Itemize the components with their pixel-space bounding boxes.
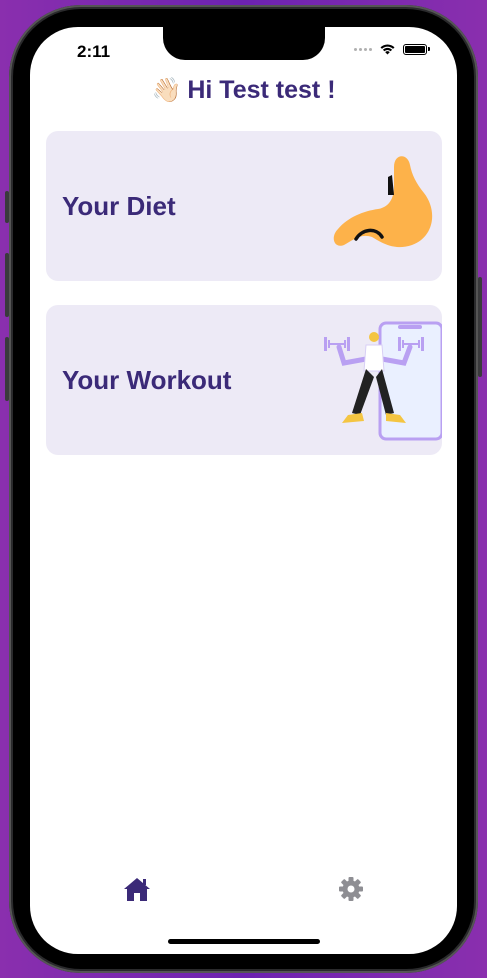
power-button: [478, 277, 482, 377]
bottom-tab-bar: [30, 869, 457, 909]
workout-card[interactable]: Your Workout: [46, 305, 442, 455]
status-icons: [354, 43, 430, 55]
wifi-icon: [380, 44, 395, 55]
volume-up-button: [5, 253, 9, 317]
diet-card[interactable]: Your Diet: [46, 131, 442, 281]
gear-icon: [339, 877, 363, 901]
battery-icon: [403, 43, 430, 55]
notch: [163, 27, 325, 60]
home-icon: [124, 878, 150, 901]
tab-home[interactable]: [117, 869, 157, 909]
greeting-heading: 👋🏻 Hi Test test !: [30, 76, 457, 105]
greeting-text: Hi Test test !: [187, 76, 336, 104]
home-indicator[interactable]: [168, 939, 320, 944]
cellular-signal-icon: [354, 47, 372, 51]
diet-card-title: Your Diet: [62, 190, 176, 221]
volume-down-button: [5, 337, 9, 401]
workout-card-title: Your Workout: [62, 364, 232, 395]
workout-illustration-icon: [324, 321, 442, 441]
waving-hand-icon: 👋🏻: [151, 77, 182, 104]
app-screen: 2:11 👋🏻 Hi Test test ! Your Diet Your Wor…: [30, 27, 457, 954]
stomach-illustration-icon: [333, 156, 433, 248]
status-time: 2:11: [77, 42, 111, 61]
tab-settings[interactable]: [331, 869, 371, 909]
mute-switch: [5, 191, 9, 223]
